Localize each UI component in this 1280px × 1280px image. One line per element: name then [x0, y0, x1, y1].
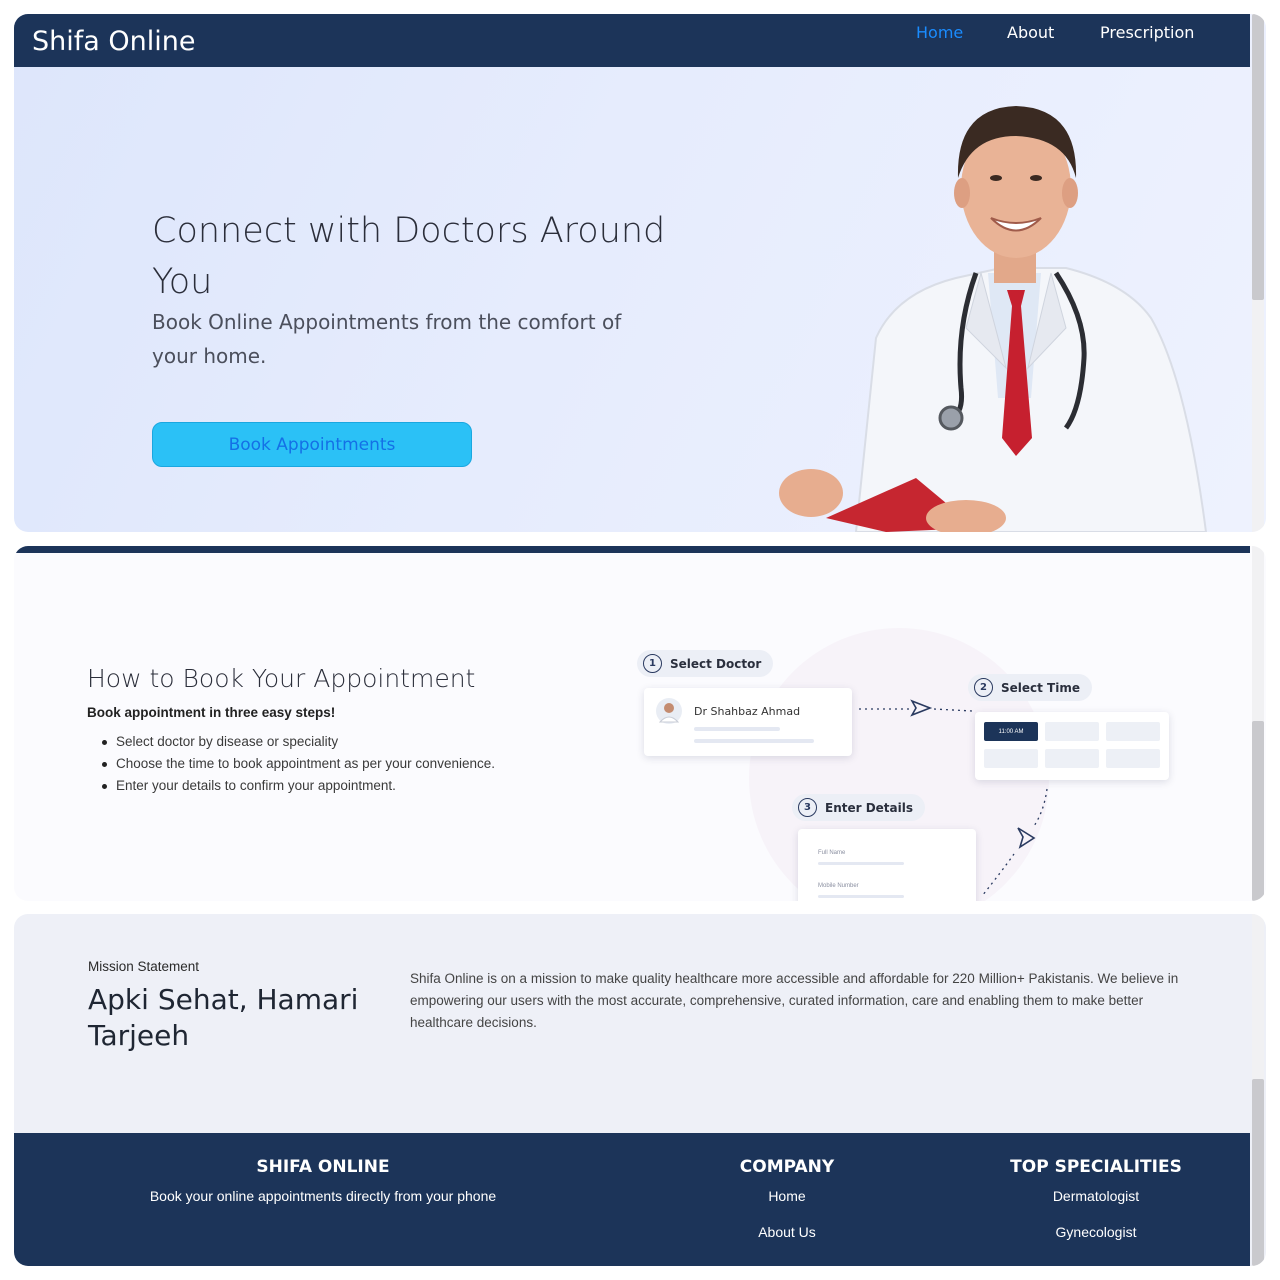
mission-screenshot: Mission Statement Apki Sehat, Hamari Tar… — [14, 914, 1266, 1266]
mission-title: Apki Sehat, Hamari Tarjeeh — [88, 983, 359, 1052]
time-slot — [1106, 749, 1160, 768]
doctor-card: Dr Shahbaz Ahmad — [644, 688, 852, 756]
mobile-number-label: Mobile Number — [818, 883, 859, 889]
full-name-label: Full Name — [818, 850, 846, 856]
footer-link-home[interactable]: Home — [717, 1188, 857, 1204]
footer-speciality-gynecologist[interactable]: Gynecologist — [996, 1224, 1196, 1240]
page-scrollbar[interactable] — [1252, 546, 1264, 901]
placeholder-line — [694, 739, 814, 743]
step-enter-details: 3 Enter Details — [792, 794, 926, 821]
footer-speciality-dermatologist[interactable]: Dermatologist — [996, 1188, 1196, 1204]
full-name-field — [818, 862, 904, 865]
scrollbar-thumb[interactable] — [1252, 721, 1264, 901]
list-item: Choose the time to book appointment as p… — [102, 753, 495, 775]
time-slot — [1106, 722, 1160, 741]
mission-label: Mission Statement — [88, 959, 200, 974]
hero-title: Connect with Doctors Around You — [152, 211, 666, 302]
footer-brand-text: Book your online appointments directly f… — [149, 1188, 497, 1204]
step-label: Select Doctor — [670, 656, 762, 671]
time-slot-selected: 11:00 AM — [984, 722, 1038, 741]
time-slot — [1045, 722, 1099, 741]
nav-about[interactable]: About — [1007, 23, 1054, 42]
hero-subtitle: Book Online Appointments from the comfor… — [152, 310, 622, 368]
how-to-book-screenshot: How to Book Your Appointment Book appoin… — [14, 546, 1266, 901]
nav-prescription[interactable]: Prescription — [1100, 23, 1194, 42]
top-navbar: Shifa Online Home About Prescription — [14, 14, 1250, 67]
footer-specialities-heading: TOP SPECIALITIES — [1010, 1157, 1182, 1177]
how-to-title: How to Book Your Appointment — [87, 664, 476, 693]
doctor-name: Dr Shahbaz Ahmad — [694, 705, 801, 718]
step-label: Enter Details — [825, 800, 914, 815]
doctor-avatar-icon — [656, 698, 682, 724]
page-scrollbar[interactable] — [1252, 914, 1264, 1266]
hero-screenshot: Shifa Online Home About Prescription Con… — [14, 14, 1266, 532]
step-select-time: 2 Select Time — [968, 674, 1093, 701]
scrollbar-thumb[interactable] — [1252, 1079, 1264, 1266]
mobile-number-field — [818, 895, 904, 898]
site-footer: SHIFA ONLINE Book your online appointmen… — [14, 1133, 1250, 1266]
brand-logo-text[interactable]: Shifa Online — [32, 26, 195, 57]
step-number: 3 — [798, 798, 817, 817]
scrollbar-thumb[interactable] — [1252, 14, 1264, 300]
navbar-edge — [16, 546, 1250, 553]
time-slot — [1045, 749, 1099, 768]
footer-link-about-us[interactable]: About Us — [717, 1224, 857, 1240]
footer-company-heading: COMPANY — [739, 1157, 835, 1177]
list-item: Select doctor by disease or speciality — [102, 731, 495, 753]
arrow-connector-1 — [859, 699, 973, 717]
step-number: 2 — [974, 678, 993, 697]
time-slot — [984, 749, 1038, 768]
details-form-card: Full Name Mobile Number — [798, 829, 976, 901]
mission-text: Shifa Online is on a mission to make qua… — [410, 971, 1179, 1030]
list-item: Enter your details to confirm your appoi… — [102, 775, 495, 797]
step-label: Select Time — [1001, 680, 1081, 695]
doctor-photo — [779, 106, 1208, 532]
step-select-doctor: 1 Select Doctor — [637, 650, 774, 677]
time-slot-card: 11:00 AM — [975, 712, 1169, 780]
book-appointments-button[interactable]: Book Appointments — [152, 422, 472, 467]
placeholder-line — [694, 727, 780, 731]
arrow-connector-2 — [981, 788, 1048, 897]
page-scrollbar[interactable] — [1252, 14, 1264, 532]
nav-home[interactable]: Home — [916, 23, 963, 42]
footer-brand-heading: SHIFA ONLINE — [256, 1157, 390, 1177]
steps-list: Select doctor by disease or speciality C… — [102, 731, 495, 797]
how-to-intro: Book appointment in three easy steps! — [87, 705, 336, 720]
step-number: 1 — [643, 654, 662, 673]
